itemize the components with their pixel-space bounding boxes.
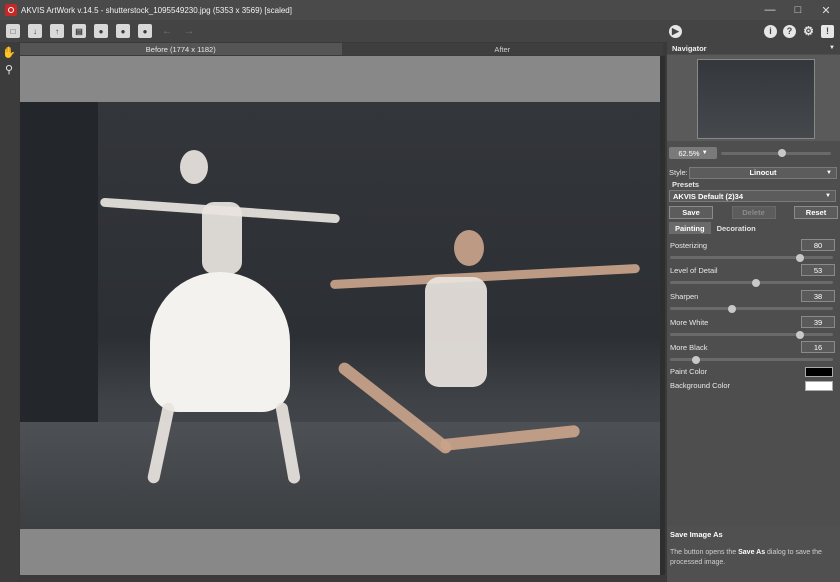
tab-after[interactable]: After — [341, 43, 663, 55]
style-label: Style: — [669, 168, 688, 177]
batch-publish-icon[interactable]: ● — [138, 24, 152, 38]
zoom-slider[interactable] — [721, 149, 831, 157]
background-color-row: Background Color — [670, 381, 837, 393]
zoom-row: 62.5% ▼ — [669, 146, 838, 160]
tab-before[interactable]: Before (1774 x 1182) — [20, 43, 342, 55]
param-value[interactable]: 16 — [801, 341, 835, 353]
image-canvas[interactable] — [20, 56, 660, 575]
photo-wall — [20, 102, 98, 422]
slider-knob[interactable] — [796, 330, 805, 339]
param-value[interactable]: 80 — [801, 239, 835, 251]
settings-icon[interactable]: ⚙ — [802, 24, 815, 38]
info-icon[interactable]: i — [764, 24, 777, 38]
publish-icon[interactable]: ↑ — [50, 24, 64, 38]
slider-knob[interactable] — [692, 355, 701, 364]
settings-tabs: Painting Decoration — [669, 222, 762, 234]
paint-color-label: Paint Color — [670, 367, 708, 376]
help-icon[interactable]: ? — [783, 24, 796, 38]
navigator-preview[interactable] — [667, 55, 840, 141]
view-tabs: Before (1774 x 1182) After — [20, 43, 663, 55]
param-label: More Black — [670, 343, 708, 352]
param-more-white: More White 39 — [670, 316, 837, 340]
ballerina-skirt — [150, 272, 290, 412]
collapse-icon[interactable]: ▼ — [829, 45, 835, 51]
notification-icon[interactable]: ! — [821, 24, 834, 38]
param-value[interactable]: 39 — [801, 316, 835, 328]
batch-icon[interactable]: ● — [94, 24, 108, 38]
style-row: Style: Linocut ▼ — [669, 166, 838, 179]
hint-title: Save Image As — [670, 530, 723, 539]
undo-icon[interactable]: ← — [160, 24, 174, 38]
param-posterizing: Posterizing 80 — [670, 239, 837, 263]
save-icon[interactable]: ↓ — [28, 24, 42, 38]
dancer-torso — [425, 277, 487, 387]
tab-painting[interactable]: Painting — [669, 222, 711, 234]
ballerina-figure — [180, 150, 208, 184]
play-icon[interactable]: ▶ — [669, 24, 682, 38]
open-icon[interactable]: □ — [6, 24, 20, 38]
left-toolbar: ✋ ⚲ — [0, 42, 19, 582]
help-group: i ? ⚙ ! — [764, 20, 834, 42]
settings-panel: Navigator ▼ 62.5% ▼ Style: Linocut ▼ Pres… — [667, 42, 840, 582]
param-value[interactable]: 38 — [801, 290, 835, 302]
param-slider[interactable] — [670, 253, 833, 262]
param-label: More White — [670, 318, 709, 327]
slider-knob[interactable] — [752, 278, 761, 287]
run-group: ▶ — [669, 20, 682, 42]
dancer-head — [454, 230, 484, 266]
close-icon[interactable]: ✕ — [812, 0, 840, 20]
maximize-icon[interactable]: □ — [784, 0, 812, 20]
param-sharpen: Sharpen 38 — [670, 290, 837, 314]
redo-icon[interactable]: → — [182, 24, 196, 38]
slider-knob[interactable] — [727, 304, 736, 313]
param-level-of-detail: Level of Detail 53 — [670, 264, 837, 288]
param-value[interactable]: 53 — [801, 264, 835, 276]
delete-preset-button[interactable]: Delete — [731, 206, 776, 219]
print-icon[interactable]: ▤ — [72, 24, 86, 38]
batch-save-icon[interactable]: ● — [116, 24, 130, 38]
canvas-scrollbar[interactable] — [660, 56, 665, 575]
title-bar: AKVIS ArtWork v.14.5 - shutterstock_1095… — [0, 0, 840, 20]
param-slider[interactable] — [670, 304, 833, 313]
tab-decoration[interactable]: Decoration — [711, 222, 762, 234]
background-color-label: Background Color — [670, 381, 731, 390]
zoom-icon[interactable]: ⚲ — [2, 62, 16, 76]
save-preset-button[interactable]: Save — [669, 206, 713, 219]
app-logo-icon — [5, 4, 17, 16]
navigator-title: Navigator — [672, 43, 707, 53]
main-toolbar: □ ↓ ↑ ▤ ● ● ● ← → ▶ i ? ⚙ ! — [0, 20, 840, 42]
param-slider[interactable] — [670, 278, 833, 287]
param-slider[interactable] — [670, 330, 833, 339]
paint-color-row: Paint Color — [670, 367, 837, 379]
navigator-header: Navigator ▼ — [667, 42, 840, 54]
photo — [20, 102, 660, 529]
param-label: Posterizing — [670, 241, 708, 250]
window-title: AKVIS ArtWork v.14.5 - shutterstock_1095… — [21, 5, 292, 15]
background-color-swatch[interactable] — [805, 381, 833, 391]
navigator-thumbnail[interactable] — [697, 59, 815, 139]
paint-color-swatch[interactable] — [805, 367, 833, 377]
minimize-icon[interactable]: — — [756, 0, 784, 20]
style-select[interactable]: Linocut ▼ — [689, 166, 837, 179]
preset-select[interactable]: AKVIS Default (2)34 ▼ — [669, 190, 836, 202]
param-slider[interactable] — [670, 355, 833, 364]
zoom-slider-knob[interactable] — [777, 149, 786, 157]
slider-knob[interactable] — [796, 253, 805, 262]
zoom-select[interactable]: 62.5% ▼ — [669, 147, 717, 159]
hint-panel: Save Image As The button opens the Save … — [667, 526, 840, 582]
ballerina-torso — [202, 202, 242, 274]
window-controls: — □ ✕ — [756, 0, 840, 20]
preset-buttons: Save Delete Reset — [669, 206, 838, 219]
presets-label: Presets — [672, 180, 700, 189]
hand-icon[interactable]: ✋ — [2, 45, 16, 59]
param-more-black: More Black 16 — [670, 341, 837, 365]
param-label: Level of Detail — [670, 266, 718, 275]
reset-preset-button[interactable]: Reset — [794, 206, 838, 219]
hint-body: The button opens the Save As dialog to s… — [670, 549, 822, 566]
param-label: Sharpen — [670, 292, 699, 301]
